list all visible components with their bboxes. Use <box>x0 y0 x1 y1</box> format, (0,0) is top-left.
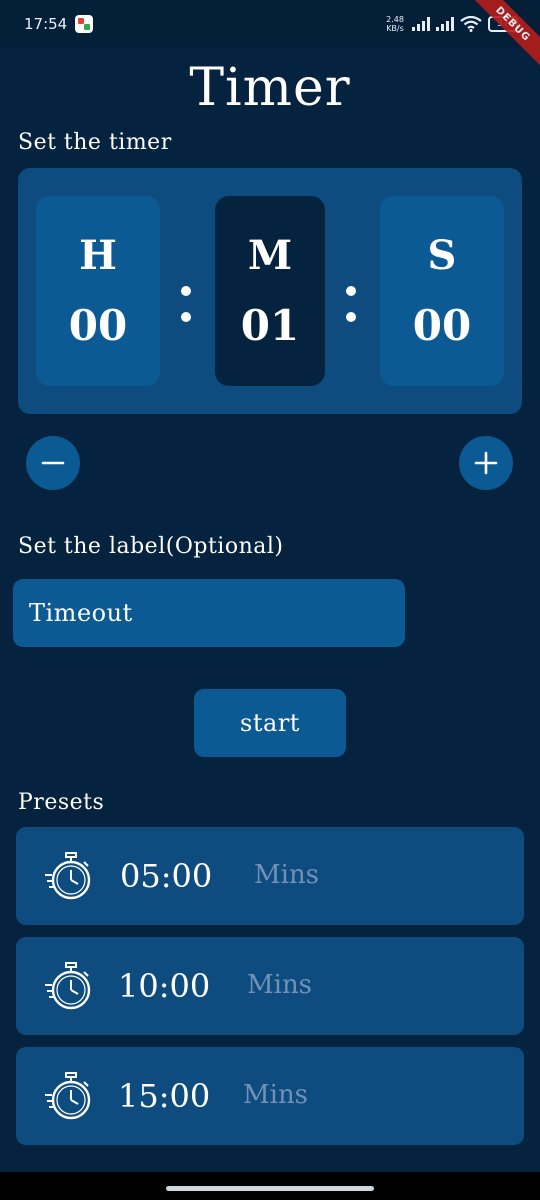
page-title: Timer <box>189 58 351 118</box>
home-indicator[interactable] <box>166 1186 374 1191</box>
seconds-letter: S <box>427 232 457 279</box>
signal-icon <box>412 17 430 31</box>
preset-time: 15:00 <box>118 1077 211 1115</box>
seconds-value: 00 <box>412 301 472 350</box>
hours-value: 00 <box>68 301 128 350</box>
hours-picker[interactable]: H 00 <box>36 196 160 386</box>
minutes-letter: M <box>247 232 293 279</box>
timer-card: H 00 M 01 S 00 <box>18 168 522 414</box>
colon-separator <box>346 286 356 322</box>
plus-icon <box>474 451 498 475</box>
set-timer-label: Set the timer <box>18 130 172 155</box>
presets-label: Presets <box>18 790 105 815</box>
status-bar: 17:54 2.48 KB/s 37 <box>0 0 540 48</box>
colon-separator <box>181 286 191 322</box>
preset-unit: Mins <box>254 860 320 890</box>
network-speed: 2.48 KB/s <box>384 15 406 33</box>
minutes-value: 01 <box>240 301 300 350</box>
minutes-picker[interactable]: M 01 <box>215 196 325 386</box>
hours-letter: H <box>79 232 117 279</box>
start-button[interactable]: start <box>194 689 346 757</box>
notification-app-icon <box>75 15 94 33</box>
preset-time: 05:00 <box>120 857 213 895</box>
network-speed-unit: KB/s <box>386 24 404 33</box>
preset-unit: Mins <box>247 970 313 1000</box>
signal-icon-2 <box>436 17 454 31</box>
minus-icon <box>41 461 65 465</box>
decrement-button[interactable] <box>26 436 80 490</box>
wifi-icon <box>460 16 482 32</box>
increment-button[interactable] <box>459 436 513 490</box>
stopwatch-icon <box>45 852 91 900</box>
label-input[interactable] <box>13 579 405 647</box>
stopwatch-icon <box>45 1072 91 1120</box>
network-speed-value: 2.48 <box>386 15 404 24</box>
preset-time: 10:00 <box>118 967 211 1005</box>
preset-item[interactable]: 05:00 Mins <box>16 827 524 925</box>
status-time: 17:54 <box>24 15 68 33</box>
preset-unit: Mins <box>243 1080 309 1110</box>
stopwatch-icon <box>45 962 91 1010</box>
preset-item[interactable]: 15:00 Mins <box>16 1047 524 1145</box>
set-label-heading: Set the label(Optional) <box>18 534 284 559</box>
seconds-picker[interactable]: S 00 <box>380 196 504 386</box>
status-left: 17:54 <box>24 15 94 33</box>
preset-item[interactable]: 10:00 Mins <box>16 937 524 1035</box>
